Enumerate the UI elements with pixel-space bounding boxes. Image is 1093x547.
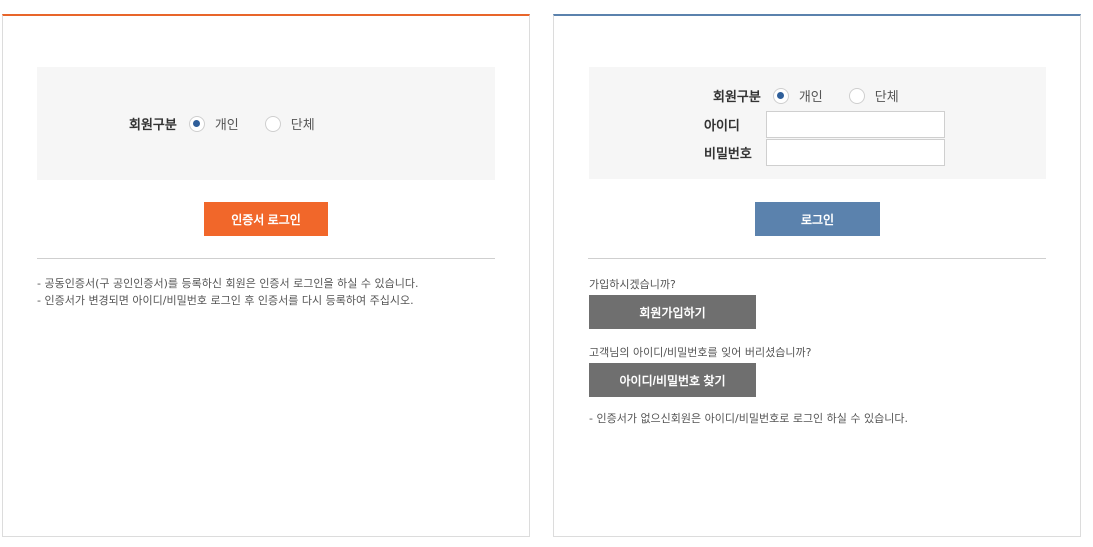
certificate-notes: - 공동인증서(구 공인인증서)를 등록하신 회원은 인증서 로그인을 하실 수… [37, 275, 418, 309]
find-id-password-button[interactable]: 아이디/비밀번호 찾기 [589, 363, 756, 397]
find-account-question: 고객님의 아이디/비밀번호를 잊어 버리셨습니까? [589, 346, 812, 359]
member-type-label: 회원구분 [713, 90, 761, 105]
radio-group[interactable] [264, 115, 281, 132]
note-line: - 인증서가 없으신회원은 아이디/비밀번호로 로그인 하실 수 있습니다. [589, 412, 909, 425]
radio-group[interactable] [848, 87, 865, 104]
radio-individual[interactable] [772, 87, 789, 104]
member-type-label: 회원구분 [129, 118, 177, 133]
member-type-radio-group: 회원구분 개인 단체 [129, 114, 341, 133]
member-type-radio-group: 회원구분 개인 단체 [713, 86, 925, 105]
divider [588, 258, 1046, 259]
radio-individual[interactable] [188, 115, 205, 132]
radio-individual-label[interactable]: 개인 [215, 114, 239, 133]
password-input[interactable] [766, 139, 945, 166]
login-note: - 인증서가 없으신회원은 아이디/비밀번호로 로그인 하실 수 있습니다. [589, 410, 908, 427]
id-field-row: 아이디 [704, 111, 945, 138]
note-line: - 인증서가 변경되면 아이디/비밀번호 로그인 후 인증서를 다시 등록하여 … [37, 294, 414, 307]
id-login-panel: 회원구분 개인 단체 아이디 비밀번호 로그인 가입하시겠습니까? 회원가입하기… [553, 14, 1081, 537]
login-button[interactable]: 로그인 [755, 202, 880, 236]
password-label: 비밀번호 [704, 147, 752, 162]
signup-question: 가입하시겠습니까? [589, 278, 676, 291]
radio-individual-label[interactable]: 개인 [799, 86, 823, 105]
id-label: 아이디 [704, 119, 740, 134]
password-field-row: 비밀번호 [704, 139, 945, 166]
id-input[interactable] [766, 111, 945, 138]
certificate-login-panel: 회원구분 개인 단체 인증서 로그인 - 공동인증서(구 공인인증서)를 등록하… [2, 14, 530, 537]
divider [37, 258, 495, 259]
certificate-login-button[interactable]: 인증서 로그인 [204, 202, 328, 236]
note-line: - 공동인증서(구 공인인증서)를 등록하신 회원은 인증서 로그인을 하실 수… [37, 277, 419, 290]
signup-button[interactable]: 회원가입하기 [589, 295, 756, 329]
radio-group-label[interactable]: 단체 [291, 114, 315, 133]
radio-group-label[interactable]: 단체 [875, 86, 899, 105]
